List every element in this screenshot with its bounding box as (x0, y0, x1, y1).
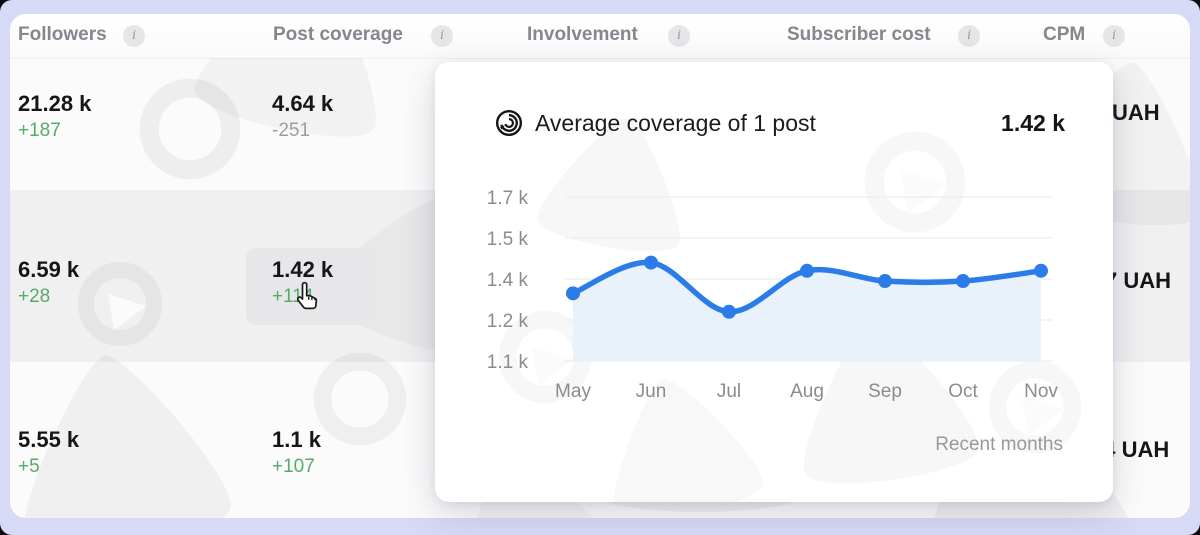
popup-title: Average coverage of 1 post (535, 110, 816, 137)
y-tick-label: 1.2 k (487, 311, 529, 332)
table-header: Followers i Post coverage i Involvement … (10, 14, 1190, 58)
column-header-cpm: CPM (1043, 24, 1085, 46)
analytics-page: Followers i Post coverage i Involvement … (0, 0, 1200, 535)
info-icon[interactable]: i (1103, 25, 1125, 47)
followers-delta: +5 (18, 454, 79, 480)
hand-cursor-icon (293, 280, 323, 319)
x-tick-label: Jul (717, 381, 741, 402)
post-coverage-value: 4.64 k (272, 90, 333, 118)
info-icon[interactable]: i (668, 25, 690, 47)
post-coverage-delta: +107 (272, 454, 321, 480)
cpm-value-partial[interactable]: 7 UAH (1105, 268, 1171, 294)
data-point[interactable] (722, 305, 736, 319)
y-tick-label: 1.4 k (487, 270, 529, 291)
column-header-post-coverage: Post coverage (273, 24, 403, 46)
data-point[interactable] (644, 256, 658, 270)
coverage-popup: Average coverage of 1 post 1.42 k 1.7 k 1… (435, 62, 1113, 502)
post-coverage-delta: -251 (272, 118, 333, 144)
data-point[interactable] (566, 286, 580, 300)
x-tick-label: Sep (868, 381, 902, 402)
watermark-logo (130, 69, 250, 189)
cpm-value-partial[interactable]: UAH (1112, 100, 1160, 126)
coverage-spiral-icon (495, 108, 523, 143)
data-point[interactable] (878, 274, 892, 288)
y-tick-label: 1.1 k (487, 352, 529, 373)
x-tick-label: Nov (1024, 381, 1058, 402)
data-point[interactable] (956, 274, 970, 288)
followers-value: 5.55 k (18, 426, 79, 454)
x-tick-label: Oct (948, 381, 978, 402)
data-point[interactable] (800, 264, 814, 278)
followers-cell[interactable]: 5.55 k +5 (18, 426, 79, 480)
y-tick-label: 1.7 k (487, 188, 529, 209)
column-header-followers: Followers (18, 24, 107, 46)
followers-cell[interactable]: 21.28 k +187 (18, 90, 91, 144)
x-tick-label: May (555, 381, 591, 402)
x-tick-label: Aug (790, 381, 824, 402)
followers-delta: +187 (18, 118, 91, 144)
y-tick-label: 1.5 k (487, 229, 529, 250)
chart-period-label: Recent months (935, 434, 1063, 456)
data-point[interactable] (1034, 264, 1048, 278)
column-header-subscriber-cost: Subscriber cost (787, 24, 931, 46)
info-icon[interactable]: i (431, 25, 453, 47)
followers-cell[interactable]: 6.59 k +28 (18, 256, 79, 310)
followers-value: 6.59 k (18, 256, 79, 284)
post-coverage-value: 1.1 k (272, 426, 321, 454)
info-icon[interactable]: i (958, 25, 980, 47)
x-tick-label: Jun (636, 381, 667, 402)
info-icon[interactable]: i (123, 25, 145, 47)
followers-delta: +28 (18, 284, 79, 310)
popup-current-value: 1.42 k (1001, 110, 1065, 137)
followers-value: 21.28 k (18, 90, 91, 118)
post-coverage-cell[interactable]: 4.64 k -251 (272, 90, 333, 144)
column-header-involvement: Involvement (527, 24, 638, 46)
post-coverage-cell[interactable]: 1.1 k +107 (272, 426, 321, 480)
